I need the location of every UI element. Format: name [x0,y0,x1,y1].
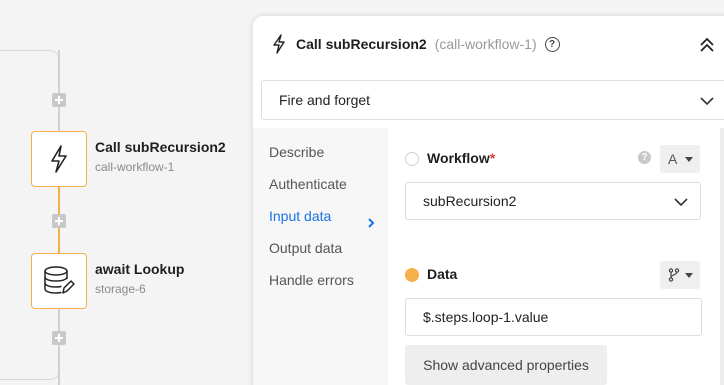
data-field-label: Data [427,266,458,282]
nav-item-authenticate[interactable]: Authenticate [269,176,347,192]
connector-line [58,309,60,331]
required-mark: * [489,150,496,166]
execution-mode-value: Fire and forget [279,92,371,108]
node-call-workflow[interactable] [31,131,87,187]
connector-line [58,107,60,131]
execution-mode-select[interactable]: Fire and forget [261,80,724,120]
panel-subtitle: (call-workflow-1) [434,36,537,52]
database-edit-icon [44,266,75,294]
connector-line [58,50,60,93]
connector-line [58,345,60,385]
add-step-plus-icon[interactable] [52,93,66,107]
workflow-select[interactable]: subRecursion2 [405,182,701,220]
panel-section-nav: Describe Authenticate Input data Output … [253,128,388,385]
nav-item-input-data[interactable]: Input data [269,208,331,224]
chevron-down-icon [700,97,714,106]
data-path-value: $.steps.loop-1.value [423,309,549,325]
panel-header: Call subRecursion2 (call-workflow-1) ? [253,16,724,72]
branch-icon [668,268,680,282]
chevron-down-icon [674,198,688,207]
help-icon[interactable]: ? [544,36,560,52]
lightning-icon [273,34,285,54]
step-config-panel: Call subRecursion2 (call-workflow-1) ? F… [253,16,724,385]
add-step-plus-icon[interactable] [52,214,66,228]
input-data-section: Workflow* ? A subRecursion2 Data $.steps… [388,128,724,385]
node-subtitle: storage-6 [95,282,146,296]
panel-title: Call subRecursion2 [296,36,427,52]
nav-item-output-data[interactable]: Output data [269,240,342,256]
connector-line-active [58,187,60,214]
collapse-double-chevron-icon[interactable] [698,36,716,54]
flow-outline [0,50,60,380]
node-title: await Lookup [95,261,185,277]
chevron-right-icon [368,218,375,228]
caret-down-icon [685,157,693,162]
workflow-canvas: Call subRecursion2 call-workflow-1 await… [0,0,253,385]
add-step-plus-icon[interactable] [52,331,66,345]
workflow-field-radio[interactable] [405,152,419,166]
node-subtitle: call-workflow-1 [95,160,175,174]
panel-scrollbar[interactable] [720,128,724,385]
nav-item-describe[interactable]: Describe [269,144,324,160]
show-advanced-properties-button[interactable]: Show advanced properties [405,345,607,385]
workflow-select-value: subRecursion2 [423,193,517,209]
caret-down-icon [685,273,693,278]
data-type-dropdown[interactable] [660,261,700,289]
workflow-field-label: Workflow* [427,150,496,166]
node-storage-lookup[interactable] [31,253,87,309]
text-type-icon: A [668,151,678,167]
nav-item-handle-errors[interactable]: Handle errors [269,272,354,288]
data-path-input[interactable]: $.steps.loop-1.value [405,298,702,336]
connector-line-active [58,228,60,253]
lightning-icon [51,145,67,173]
workflow-type-dropdown[interactable]: A [660,145,700,173]
node-title: Call subRecursion2 [95,139,226,155]
data-field-radio[interactable] [405,268,419,282]
workflow-help-icon[interactable]: ? [638,151,651,164]
